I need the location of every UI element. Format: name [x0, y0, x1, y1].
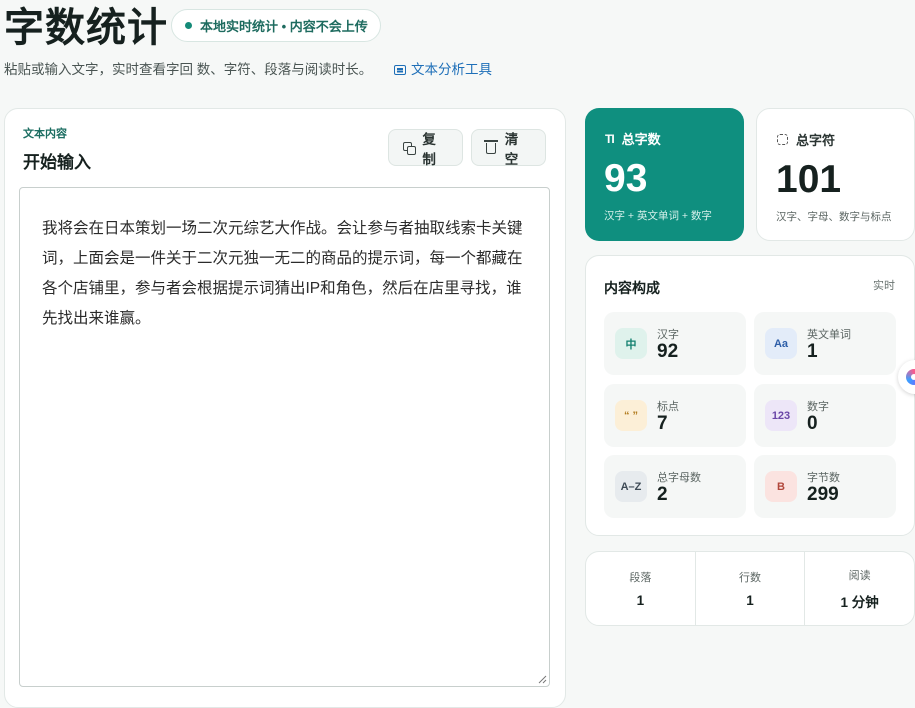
alphabet-icon: A–Z	[615, 471, 647, 502]
stat-tile-label: 英文单词	[807, 329, 851, 341]
reading-time-stat: 阅读 1 分钟	[804, 552, 914, 625]
english-words-icon: Aa	[765, 328, 797, 359]
copy-icon	[403, 142, 417, 155]
scan-icon	[777, 134, 788, 145]
stat-tile-bytes: B 字节数 299	[754, 455, 896, 518]
resize-handle-icon[interactable]	[538, 675, 547, 684]
reading-time-value: 1 分钟	[840, 594, 879, 610]
lines-label: 行数	[739, 572, 761, 584]
bytes-icon: B	[765, 471, 797, 502]
paragraphs-stat: 段落 1	[586, 552, 695, 625]
text-size-icon: TI	[605, 131, 615, 146]
stat-tile-hanzi: 中 汉字 92	[604, 312, 746, 375]
stat-tile-value: 299	[807, 484, 839, 505]
stat-tile-label: 汉字	[657, 329, 679, 341]
composition-title: 内容构成	[604, 280, 660, 296]
stat-tile-label: 数字	[807, 401, 829, 413]
stat-tile-english-words: Aa 英文单词 1	[754, 312, 896, 375]
stat-tile-value: 7	[657, 413, 668, 434]
stat-tile-value: 2	[657, 484, 668, 505]
digits-icon: 123	[765, 400, 797, 431]
total-words-label: 总字数	[621, 132, 661, 147]
lines-stat: 行数 1	[694, 552, 805, 625]
status-dot-icon	[185, 22, 192, 29]
total-chars-value: 101	[776, 158, 842, 201]
total-words-label-row: TI 总字数	[605, 129, 661, 148]
assistant-icon	[906, 369, 915, 385]
editor-heading: 开始输入	[23, 153, 91, 172]
live-indicator: 实时	[873, 280, 895, 292]
hanzi-icon: 中	[615, 328, 647, 359]
privacy-badge-text: 本地实时统计 • 内容不会上传	[200, 19, 368, 34]
total-chars-note: 汉字、字母、数字与标点	[776, 211, 892, 223]
total-words-note: 汉字 + 英文单词 + 数字	[604, 210, 712, 222]
total-words-value: 93	[604, 157, 648, 200]
stat-tile-label: 总字母数	[657, 472, 701, 484]
total-chars-label-row: 总字符	[777, 130, 835, 149]
analysis-tool-icon	[394, 65, 406, 75]
privacy-badge: 本地实时统计 • 内容不会上传	[171, 9, 381, 42]
total-chars-label: 总字符	[796, 133, 836, 148]
stat-tile-label: 标点	[657, 401, 679, 413]
stat-tile-label: 字节数	[807, 472, 840, 484]
copy-button[interactable]: 复制	[388, 129, 463, 167]
meta-card: 段落 1 行数 1 阅读 1 分钟	[585, 551, 915, 626]
stat-tile-value: 1	[807, 341, 818, 362]
clear-button-label: 清空	[504, 131, 519, 167]
stat-tile-punctuation: “ ” 标点 7	[604, 384, 746, 447]
page-subtitle: 粘贴或输入文字，实时查看字回 数、字符、段落与阅读时长。	[4, 62, 373, 77]
page-title: 字数统计	[4, 6, 168, 50]
editor-kicker: 文本内容	[23, 128, 67, 140]
text-analysis-link-label: 文本分析工具	[411, 62, 492, 77]
total-chars-card: 总字符 101 汉字、字母、数字与标点	[756, 108, 915, 241]
reading-time-label: 阅读	[848, 569, 871, 582]
text-input-area[interactable]: 我将会在日本策划一场二次元综艺大作战。会让参与者抽取线索卡关键词，上面会是一件关…	[19, 187, 550, 687]
stat-tile-letters: A–Z 总字母数 2	[604, 455, 746, 518]
stat-tile-digits: 123 数字 0	[754, 384, 896, 447]
stat-tile-value: 0	[807, 413, 818, 434]
copy-button-label: 复制	[422, 131, 436, 167]
total-words-card: TI 总字数 93 汉字 + 英文单词 + 数字	[585, 108, 744, 241]
paragraphs-label: 段落	[629, 572, 652, 584]
clear-button[interactable]: 清空	[471, 129, 546, 167]
paragraphs-value: 1	[636, 593, 645, 608]
lines-value: 1	[746, 593, 754, 608]
stat-tile-value: 92	[657, 341, 679, 362]
quote-icon: “ ”	[615, 400, 647, 431]
text-analysis-link[interactable]: 文本分析工具	[394, 60, 492, 80]
trash-icon	[484, 140, 498, 154]
